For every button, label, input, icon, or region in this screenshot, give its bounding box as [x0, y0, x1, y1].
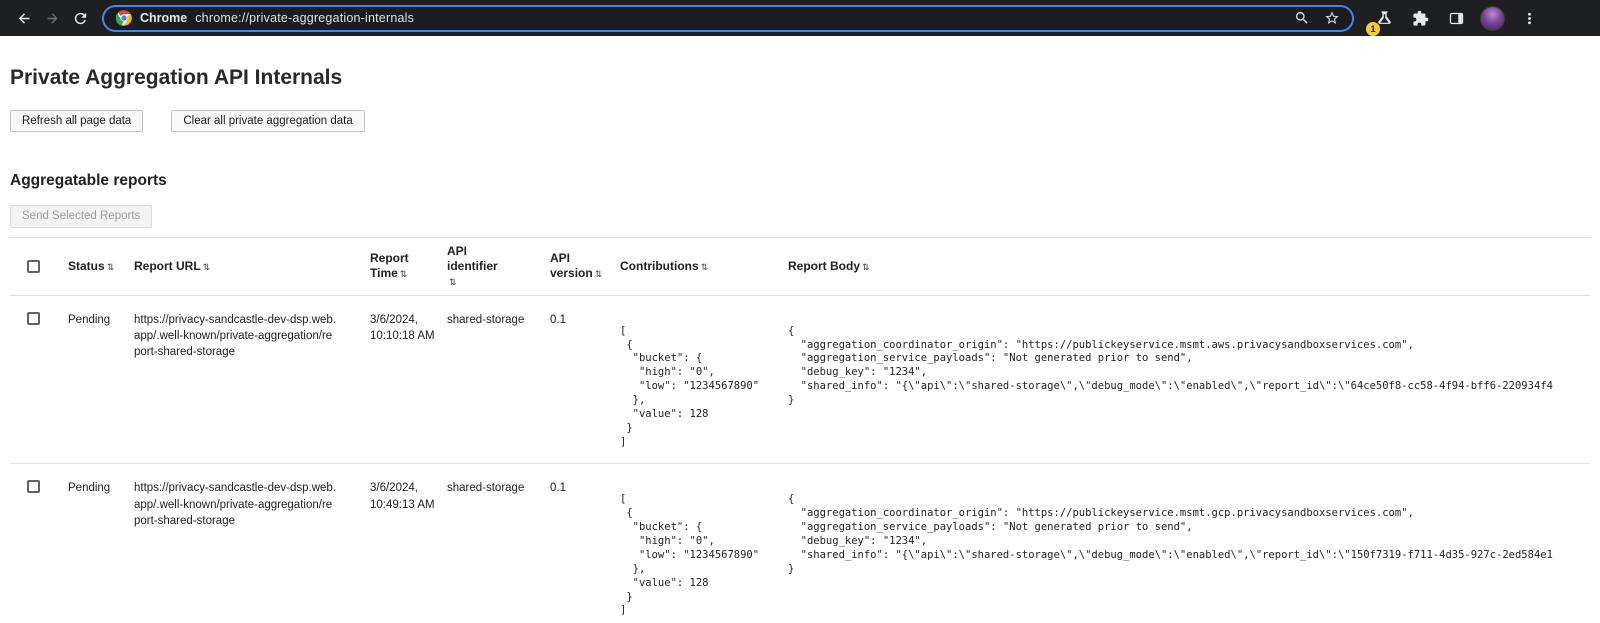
column-header-report-url[interactable]: Report URL⇅ [134, 253, 370, 280]
cell-status: Pending [68, 296, 134, 342]
column-header-report-body[interactable]: Report Body⇅ [788, 253, 1590, 280]
browser-toolbar: Chrome chrome://private-aggregation-inte… [0, 0, 1600, 36]
reload-button[interactable] [66, 4, 94, 32]
row-checkbox[interactable] [27, 480, 40, 493]
table-row: Pending https://privacy-sandcastle-dev-d… [10, 464, 1590, 623]
table-header-row: Status⇅ Report URL⇅ Report Time⇅ API ide… [10, 237, 1590, 296]
bookmark-star-icon[interactable] [1324, 10, 1340, 26]
back-button[interactable] [10, 4, 38, 32]
row-checkbox-cell [10, 464, 68, 507]
url-chip-label: Chrome [140, 11, 187, 25]
cell-report-time: 3/6/2024, 10:49:13 AM [370, 464, 447, 526]
labs-beaker-icon[interactable]: 1 [1370, 4, 1398, 32]
cell-report-url: https://privacy-sandcastle-dev-dsp.web.a… [134, 464, 370, 542]
report-body-json: { "aggregation_coordinator_origin": "htt… [788, 325, 1578, 408]
column-header-status[interactable]: Status⇅ [68, 253, 134, 280]
forward-button[interactable] [38, 4, 66, 32]
reload-icon [72, 10, 89, 27]
sort-icon: ⇅ [400, 269, 408, 279]
contributions-json: [ { "bucket": { "high": "0", "low": "123… [620, 493, 776, 618]
sort-icon: ⇅ [701, 262, 709, 272]
reports-table: Status⇅ Report URL⇅ Report Time⇅ API ide… [10, 237, 1590, 623]
zoom-icon[interactable] [1294, 10, 1310, 26]
toolbar-right-icons: 1 [1370, 4, 1543, 32]
cell-report-body: { "aggregation_coordinator_origin": "htt… [788, 296, 1590, 422]
extensions-puzzle-icon[interactable] [1406, 4, 1434, 32]
sort-icon: ⇅ [107, 262, 115, 272]
page-title: Private Aggregation API Internals [10, 66, 1590, 90]
row-checkbox-cell [10, 296, 68, 339]
column-header-api-version[interactable]: API version⇅ [550, 245, 620, 287]
contributions-json: [ { "bucket": { "high": "0", "low": "123… [620, 325, 776, 450]
refresh-all-button[interactable]: Refresh all page data [10, 110, 143, 132]
sort-icon: ⇅ [862, 262, 870, 272]
page-content: Private Aggregation API Internals Refres… [0, 66, 1600, 623]
column-header-contributions[interactable]: Contributions⇅ [620, 253, 788, 280]
select-all-checkbox[interactable] [27, 260, 40, 273]
sort-icon: ⇅ [203, 262, 211, 272]
cell-api-version: 0.1 [550, 296, 620, 342]
forward-arrow-icon [44, 10, 61, 27]
notification-badge: 1 [1366, 22, 1380, 36]
sort-icon: ⇅ [595, 269, 603, 279]
menu-icon[interactable] [1515, 4, 1543, 32]
cell-api-identifier: shared-storage [447, 464, 550, 510]
table-row: Pending https://privacy-sandcastle-dev-d… [10, 296, 1590, 465]
column-header-api-identifier[interactable]: API identifier⇅ [447, 238, 517, 295]
row-checkbox[interactable] [27, 312, 40, 325]
side-panel-icon[interactable] [1442, 4, 1470, 32]
cell-report-body: { "aggregation_coordinator_origin": "htt… [788, 464, 1590, 590]
omnibox[interactable]: Chrome chrome://private-aggregation-inte… [102, 5, 1354, 32]
cell-report-url: https://privacy-sandcastle-dev-dsp.web.a… [134, 296, 370, 374]
column-header-report-time[interactable]: Report Time⇅ [370, 245, 447, 287]
header-checkbox-cell [10, 254, 68, 279]
cell-status: Pending [68, 464, 134, 510]
cell-contributions: [ { "bucket": { "high": "0", "low": "123… [620, 464, 788, 623]
chrome-logo-icon [116, 10, 132, 26]
report-body-json: { "aggregation_coordinator_origin": "htt… [788, 493, 1578, 576]
cell-api-version: 0.1 [550, 464, 620, 510]
cell-report-time: 3/6/2024, 10:10:18 AM [370, 296, 447, 358]
cell-contributions: [ { "bucket": { "high": "0", "low": "123… [620, 296, 788, 464]
send-selected-button[interactable]: Send Selected Reports [10, 205, 152, 227]
section-title: Aggregatable reports [10, 172, 1590, 190]
back-arrow-icon [16, 10, 33, 27]
page-actions: Refresh all page data Clear all private … [10, 110, 1590, 132]
clear-all-button[interactable]: Clear all private aggregation data [171, 110, 364, 132]
sort-icon: ⇅ [449, 277, 457, 287]
cell-api-identifier: shared-storage [447, 296, 550, 342]
url-text: chrome://private-aggregation-internals [195, 11, 414, 25]
profile-avatar[interactable] [1480, 6, 1505, 31]
